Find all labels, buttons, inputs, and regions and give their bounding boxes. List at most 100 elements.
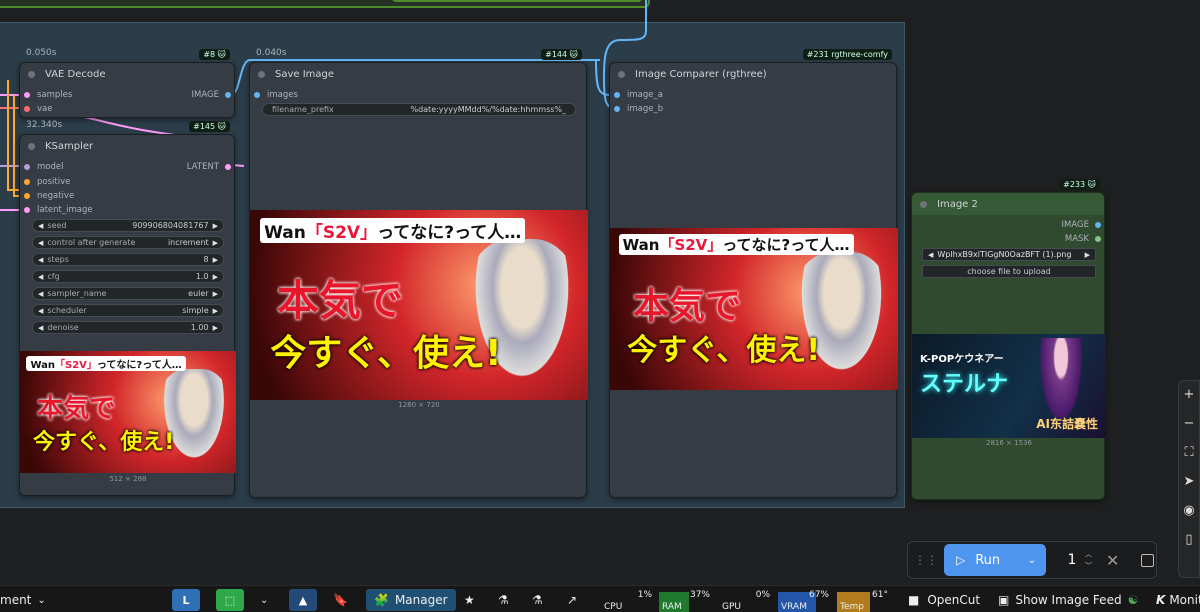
- conditioning-socket-icon[interactable]: [24, 193, 30, 199]
- decrement-arrow-icon[interactable]: ◀: [38, 222, 43, 230]
- cancel-icon[interactable]: ✕: [1106, 551, 1119, 570]
- output-image[interactable]: IMAGE: [192, 89, 231, 101]
- star-button[interactable]: ★: [464, 589, 475, 611]
- collapse-dot-icon[interactable]: [28, 70, 35, 78]
- denoise-widget[interactable]: ◀ denoise 1.00 ▶: [32, 321, 224, 334]
- cfg-widget[interactable]: ◀ cfg 1.0 ▶: [32, 270, 224, 283]
- node-title-bar[interactable]: Image 2: [912, 193, 1104, 215]
- output-mask[interactable]: MASK: [1065, 233, 1101, 245]
- manager-button[interactable]: 🧩 Manager: [366, 589, 456, 611]
- collapse-dot-icon[interactable]: [28, 142, 35, 150]
- model-socket-icon[interactable]: [24, 164, 30, 170]
- capture-button[interactable]: ⬚: [216, 589, 244, 611]
- input-vae[interactable]: vae: [24, 103, 52, 115]
- opencut-button[interactable]: ■ OpenCut: [908, 589, 980, 611]
- choose-file-button[interactable]: choose file to upload: [922, 265, 1096, 278]
- stop-queue-icon[interactable]: [1141, 553, 1155, 567]
- decrement-arrow-icon[interactable]: ◀: [38, 239, 43, 247]
- minimap-icon[interactable]: ▯: [1185, 532, 1192, 547]
- image-socket-icon[interactable]: [225, 92, 231, 98]
- increment-arrow-icon[interactable]: ▶: [1085, 251, 1090, 259]
- collapse-dot-icon[interactable]: [618, 70, 625, 78]
- comparer-image[interactable]: Wan「S2V」ってなに?って人… 本気で 今すぐ、使え!: [610, 228, 898, 390]
- node-title-bar[interactable]: Save Image: [250, 63, 586, 85]
- image-socket-icon[interactable]: [614, 92, 620, 98]
- node-title-bar[interactable]: Image Comparer (rgthree): [610, 63, 896, 85]
- latent-socket-icon[interactable]: [24, 92, 30, 98]
- tool-a-button[interactable]: ⚗: [498, 589, 509, 611]
- scheduler-widget[interactable]: ◀ scheduler simple ▶: [32, 304, 224, 317]
- input-model[interactable]: model: [24, 161, 63, 173]
- decrement-arrow-icon[interactable]: ◀: [38, 256, 43, 264]
- feed-status-icon: ☯: [1127, 593, 1139, 607]
- tool-b-button[interactable]: ⚗: [532, 589, 543, 611]
- save-image-node[interactable]: 0.040s #144 🐱 Save Image images filename…: [249, 48, 588, 498]
- input-latent-image[interactable]: latent_image: [24, 204, 93, 216]
- image-socket-icon[interactable]: [1095, 222, 1101, 228]
- stepper-arrows-icon[interactable]: ︿ ﹀: [1085, 548, 1092, 572]
- input-image-b[interactable]: image_b: [614, 103, 663, 115]
- image-socket-icon[interactable]: [614, 106, 620, 112]
- run-button[interactable]: ▷ Run ⌄: [944, 544, 1046, 576]
- seed-widget[interactable]: ◀ seed 909906804081767 ▶: [32, 219, 224, 232]
- output-latent[interactable]: LATENT: [187, 161, 231, 173]
- share-button[interactable]: ↗: [567, 589, 577, 611]
- node-title-bar[interactable]: KSampler: [20, 135, 234, 157]
- node-title-bar[interactable]: VAE Decode: [20, 63, 234, 85]
- logo-button[interactable]: ▲: [289, 589, 317, 611]
- image-comparer-node[interactable]: #231 rgthree-comfy Image Comparer (rgthr…: [609, 49, 898, 498]
- zoom-out-icon[interactable]: −: [1184, 416, 1195, 431]
- input-positive[interactable]: positive: [24, 176, 70, 188]
- filename-prefix-field[interactable]: filename_prefix %date:yyyyMMdd%/%date:hhm…: [262, 103, 576, 116]
- select-mode-icon[interactable]: ➤: [1184, 474, 1195, 489]
- input-negative[interactable]: negative: [24, 190, 74, 202]
- ksampler-node[interactable]: 32.340s #145 🐱 KSampler model positive n…: [19, 120, 236, 496]
- increment-arrow-icon[interactable]: ▶: [213, 307, 218, 315]
- increment-arrow-icon[interactable]: ▶: [213, 222, 218, 230]
- decrement-arrow-icon[interactable]: ◀: [38, 307, 43, 315]
- collapse-dot-icon[interactable]: [920, 200, 927, 208]
- steps-widget[interactable]: ◀ steps 8 ▶: [32, 253, 224, 266]
- input-samples[interactable]: samples: [24, 89, 72, 101]
- control-after-generate-widget[interactable]: ◀ control after generate increment ▶: [32, 236, 224, 249]
- fit-view-icon[interactable]: ⛶: [1184, 445, 1193, 460]
- graph-canvas[interactable]: 0.050s #8 🐱 VAE Decode samples vae IMAGE…: [0, 0, 1200, 585]
- load-image-node[interactable]: #233 🐱 Image 2 IMAGE MASK ◀ WplhxB9xlTIGg…: [911, 179, 1106, 500]
- decrement-arrow-icon[interactable]: ◀: [928, 251, 933, 259]
- collapse-dot-icon[interactable]: [258, 70, 265, 78]
- mask-socket-icon[interactable]: [1095, 236, 1101, 242]
- more-dropdown[interactable]: ⌄: [260, 589, 268, 611]
- output-image[interactable]: IMAGE: [1062, 219, 1101, 231]
- conditioning-socket-icon[interactable]: [24, 179, 30, 185]
- increment-arrow-icon[interactable]: ▶: [213, 290, 218, 298]
- input-images[interactable]: images: [254, 89, 298, 101]
- input-image-a[interactable]: image_a: [614, 89, 663, 101]
- monitor-button[interactable]: KMonito: [1156, 589, 1200, 611]
- show-image-feed-button[interactable]: ▣ Show Image Feed ☯: [998, 589, 1138, 611]
- toggle-visibility-icon[interactable]: ◉: [1183, 503, 1194, 518]
- sampler-name-widget[interactable]: ◀ sampler_name euler ▶: [32, 287, 224, 300]
- vae-socket-icon[interactable]: [24, 106, 30, 112]
- zoom-in-icon[interactable]: +: [1184, 387, 1195, 402]
- bookmark-button[interactable]: 🔖: [333, 589, 348, 611]
- saved-image-preview: Wan「S2V」ってなに?って人… 本気で 今すぐ、使え!: [250, 210, 588, 400]
- queue-run-panel: ⋮⋮ ▷ Run ⌄ 1 ︿ ﹀ ✕: [907, 541, 1157, 579]
- increment-arrow-icon[interactable]: ▶: [213, 273, 218, 281]
- decrement-arrow-icon[interactable]: ◀: [38, 324, 43, 332]
- increment-arrow-icon[interactable]: ▶: [213, 324, 218, 332]
- l-button[interactable]: L: [172, 589, 200, 611]
- chevron-down-icon[interactable]: ⌄: [1028, 555, 1036, 566]
- batch-count-input[interactable]: 1 ︿ ﹀: [1052, 544, 1092, 576]
- image-file-select[interactable]: ◀ WplhxB9xlTIGgN0OazBFT (1).png ▶: [922, 248, 1096, 261]
- increment-arrow-icon[interactable]: ▶: [213, 256, 218, 264]
- increment-arrow-icon[interactable]: ▶: [213, 239, 218, 247]
- decrement-arrow-icon[interactable]: ◀: [38, 273, 43, 281]
- thumbnail-heading: 本気で: [37, 393, 116, 424]
- latent-socket-icon[interactable]: [225, 164, 231, 170]
- latent-socket-icon[interactable]: [24, 207, 30, 213]
- workflow-menu[interactable]: ment ⌄: [0, 589, 46, 611]
- vae-decode-node[interactable]: 0.050s #8 🐱 VAE Decode samples vae IMAGE: [19, 48, 235, 118]
- image-socket-icon[interactable]: [254, 92, 260, 98]
- decrement-arrow-icon[interactable]: ◀: [38, 290, 43, 298]
- drag-handle-icon[interactable]: ⋮⋮: [914, 553, 938, 567]
